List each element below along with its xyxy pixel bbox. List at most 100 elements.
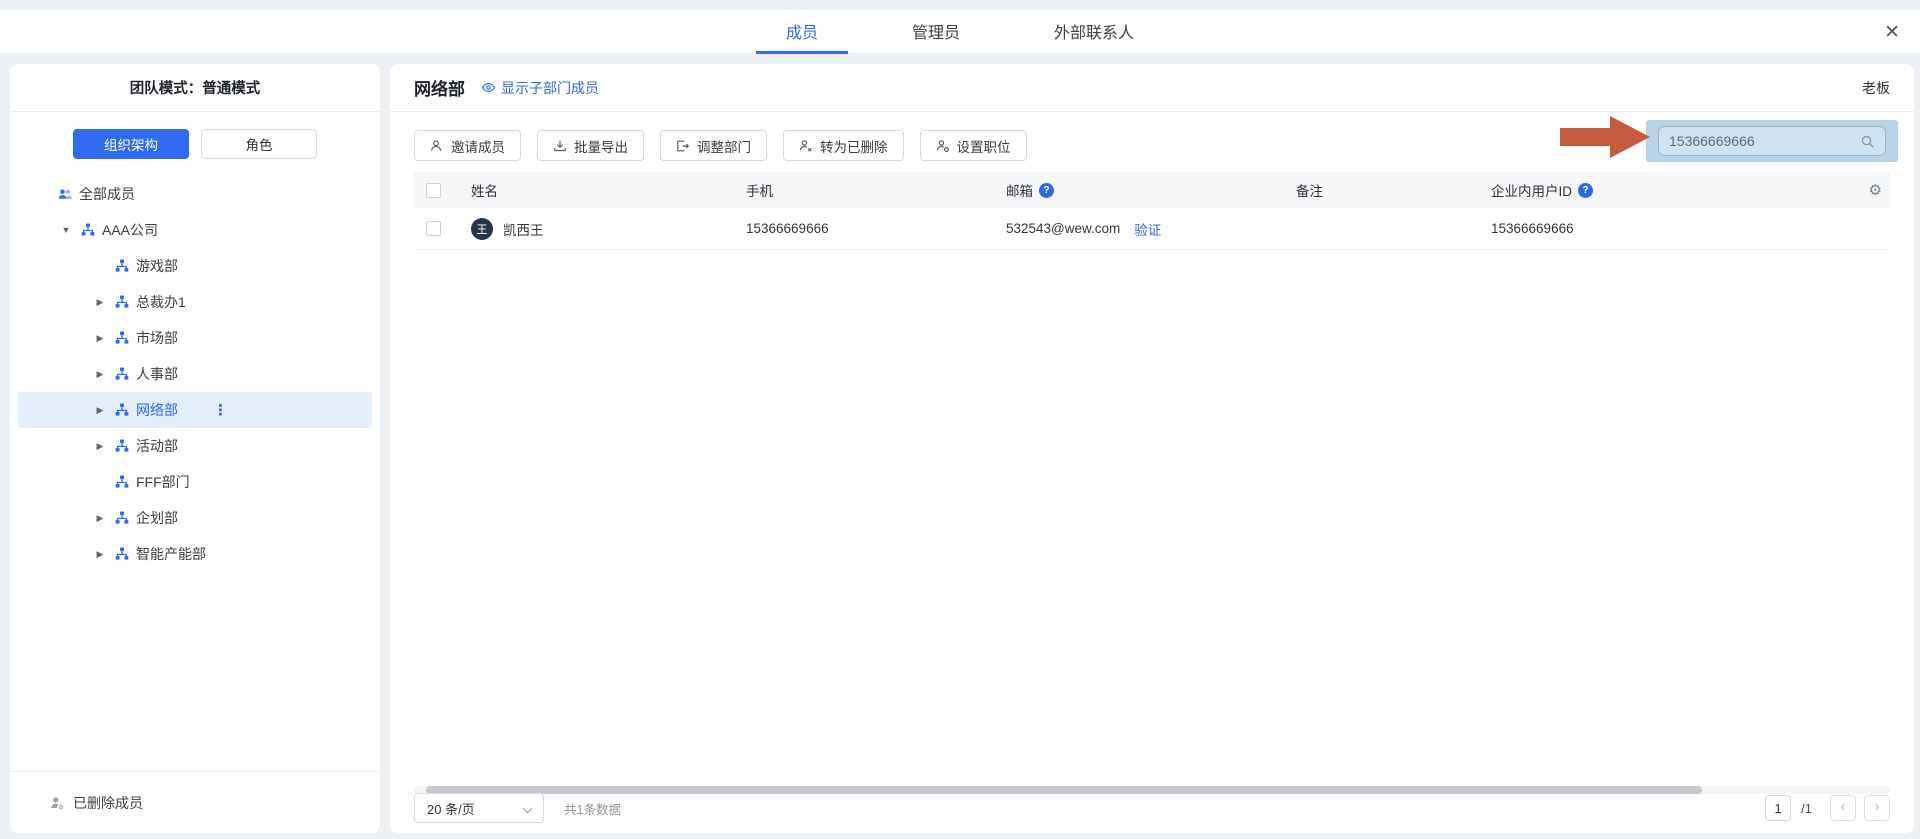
tree-item-label: 市场部 bbox=[136, 328, 178, 348]
select-all-checkbox[interactable] bbox=[426, 183, 441, 198]
org-chart-icon bbox=[114, 438, 130, 454]
column-settings-gear-icon[interactable]: ⚙ bbox=[1869, 181, 1882, 199]
tree-item-network-dept[interactable]: 网络部 ⋮ bbox=[18, 392, 372, 428]
chevron-collapsed-icon[interactable] bbox=[94, 549, 106, 560]
column-header-email: 邮箱 ? bbox=[994, 180, 1284, 200]
owner-label: 老板 bbox=[1862, 78, 1890, 98]
total-count-label: 共1条数据 bbox=[564, 799, 621, 818]
adjust-department-button[interactable]: 调整部门 bbox=[660, 130, 767, 161]
chevron-collapsed-icon[interactable] bbox=[94, 441, 106, 452]
user-id-help-icon[interactable]: ? bbox=[1578, 183, 1593, 198]
column-header-phone: 手机 bbox=[734, 180, 994, 200]
verify-email-link[interactable]: 验证 bbox=[1134, 219, 1161, 239]
org-sidebar: 团队模式：普通模式 组织架构 角色 全部成员 AAA公司 bbox=[10, 64, 380, 833]
chevron-collapsed-icon[interactable] bbox=[94, 405, 106, 416]
member-management-page: 成员 管理员 外部联系人 ✕ 团队模式：普通模式 组织架构 角色 全部成员 bbox=[0, 0, 1920, 839]
member-email: 532543@wew.com bbox=[1006, 221, 1120, 236]
avatar: 王 bbox=[471, 218, 493, 240]
next-page-button[interactable]: › bbox=[1864, 795, 1890, 821]
pagination-bar: 20 条/页 共1条数据 1 /1 ‹ › bbox=[414, 783, 1890, 833]
page-size-value: 20 条/页 bbox=[427, 799, 475, 818]
tree-item-label: 游戏部 bbox=[136, 256, 178, 276]
department-title: 网络部 bbox=[414, 75, 465, 100]
mode-switch: 组织架构 角色 bbox=[10, 129, 380, 159]
tree-item-label: 企划部 bbox=[136, 508, 178, 528]
org-structure-button[interactable]: 组织架构 bbox=[73, 129, 189, 159]
chevron-expanded-icon[interactable] bbox=[60, 225, 72, 235]
eye-icon bbox=[481, 80, 496, 95]
show-subdept-label: 显示子部门成员 bbox=[501, 78, 599, 98]
tab-group: 成员 管理员 外部联系人 bbox=[0, 10, 1920, 54]
deleted-members-entry[interactable]: 已删除成员 bbox=[10, 771, 380, 833]
email-help-icon[interactable]: ? bbox=[1039, 183, 1054, 198]
org-chart-icon bbox=[114, 546, 130, 562]
prev-page-button[interactable]: ‹ bbox=[1830, 795, 1856, 821]
tree-item-market-dept[interactable]: 市场部 bbox=[18, 320, 372, 356]
column-header-user-id: 企业内用户ID ? bbox=[1479, 180, 1859, 200]
tree-item-label: 全部成员 bbox=[79, 184, 135, 204]
set-position-button[interactable]: 设置职位 bbox=[920, 130, 1027, 161]
member-toolbar: 邀请成员 批量导出 调整部门 转为已删除 设置职位 bbox=[414, 130, 1027, 161]
chevron-collapsed-icon[interactable] bbox=[94, 297, 106, 308]
table-row[interactable]: 王 凯西王 15366669666 532543@wew.com 验证 1536… bbox=[414, 208, 1890, 250]
tree-item-label: 网络部 bbox=[136, 400, 178, 420]
tree-item-label: 智能产能部 bbox=[136, 544, 206, 564]
button-label: 设置职位 bbox=[957, 136, 1011, 156]
button-label: 邀请成员 bbox=[451, 136, 505, 156]
tree-item-all-members[interactable]: 全部成员 bbox=[18, 176, 372, 212]
close-icon[interactable]: ✕ bbox=[1884, 10, 1900, 54]
department-tree: 全部成员 AAA公司 游戏部 总裁 bbox=[10, 176, 380, 572]
org-chart-icon bbox=[114, 330, 130, 346]
deleted-members-label: 已删除成员 bbox=[73, 793, 143, 813]
row-checkbox[interactable] bbox=[426, 221, 441, 236]
team-mode-title: 团队模式：普通模式 bbox=[10, 64, 380, 112]
top-tab-bar: 成员 管理员 外部联系人 ✕ bbox=[0, 10, 1920, 54]
tree-item-planning-dept[interactable]: 企划部 bbox=[18, 500, 372, 536]
search-icon[interactable] bbox=[1860, 134, 1875, 149]
table-header-row: 姓名 手机 邮箱 ? 备注 企业内用户ID ? ⚙ bbox=[414, 172, 1890, 208]
button-label: 调整部门 bbox=[697, 136, 751, 156]
invite-member-button[interactable]: 邀请成员 bbox=[414, 130, 521, 161]
move-to-deleted-button[interactable]: 转为已删除 bbox=[783, 130, 904, 161]
show-subdept-link[interactable]: 显示子部门成员 bbox=[481, 78, 599, 98]
button-label: 批量导出 bbox=[574, 136, 628, 156]
tree-item-label: 总裁办1 bbox=[136, 292, 186, 312]
tree-item-hr-dept[interactable]: 人事部 bbox=[18, 356, 372, 392]
search-highlight-overlay bbox=[1646, 120, 1898, 162]
search-input[interactable] bbox=[1669, 133, 1860, 149]
tab-members[interactable]: 成员 bbox=[756, 10, 848, 54]
chevron-collapsed-icon[interactable] bbox=[94, 369, 106, 380]
current-page-box[interactable]: 1 bbox=[1765, 795, 1791, 821]
pager: 1 /1 ‹ › bbox=[1765, 795, 1890, 821]
roles-button[interactable]: 角色 bbox=[201, 129, 317, 159]
org-chart-icon bbox=[114, 366, 130, 382]
tab-admins[interactable]: 管理员 bbox=[882, 10, 990, 54]
member-phone: 15366669666 bbox=[746, 221, 829, 236]
org-chart-icon bbox=[114, 474, 130, 490]
more-actions-icon[interactable]: ⋮ bbox=[213, 401, 228, 419]
tree-item-smart-production-dept[interactable]: 智能产能部 bbox=[18, 536, 372, 572]
tree-item-label: AAA公司 bbox=[102, 220, 158, 240]
batch-export-button[interactable]: 批量导出 bbox=[537, 130, 644, 161]
tree-item-label: 活动部 bbox=[136, 436, 178, 456]
member-search-box[interactable] bbox=[1658, 126, 1886, 156]
tree-item-aaa-company[interactable]: AAA公司 bbox=[18, 212, 372, 248]
people-group-icon bbox=[57, 186, 73, 202]
tree-item-game-dept[interactable]: 游戏部 bbox=[18, 248, 372, 284]
org-chart-icon bbox=[80, 222, 96, 238]
tree-item-label: FFF部门 bbox=[136, 472, 190, 492]
column-header-note: 备注 bbox=[1284, 180, 1479, 200]
chevron-down-icon bbox=[523, 804, 533, 814]
tab-external-contacts[interactable]: 外部联系人 bbox=[1024, 10, 1164, 54]
tree-item-fff-dept[interactable]: FFF部门 bbox=[18, 464, 372, 500]
tree-item-president-office-1[interactable]: 总裁办1 bbox=[18, 284, 372, 320]
page-size-select[interactable]: 20 条/页 bbox=[414, 793, 544, 823]
tree-item-activity-dept[interactable]: 活动部 bbox=[18, 428, 372, 464]
panel-header: 网络部 显示子部门成员 老板 bbox=[390, 64, 1914, 112]
button-label: 转为已删除 bbox=[820, 136, 888, 156]
member-panel: 网络部 显示子部门成员 老板 邀请成员 批量导出 调整部门 bbox=[390, 64, 1914, 833]
member-name[interactable]: 凯西王 bbox=[503, 219, 544, 239]
org-chart-icon bbox=[114, 402, 130, 418]
chevron-collapsed-icon[interactable] bbox=[94, 513, 106, 524]
chevron-collapsed-icon[interactable] bbox=[94, 333, 106, 344]
